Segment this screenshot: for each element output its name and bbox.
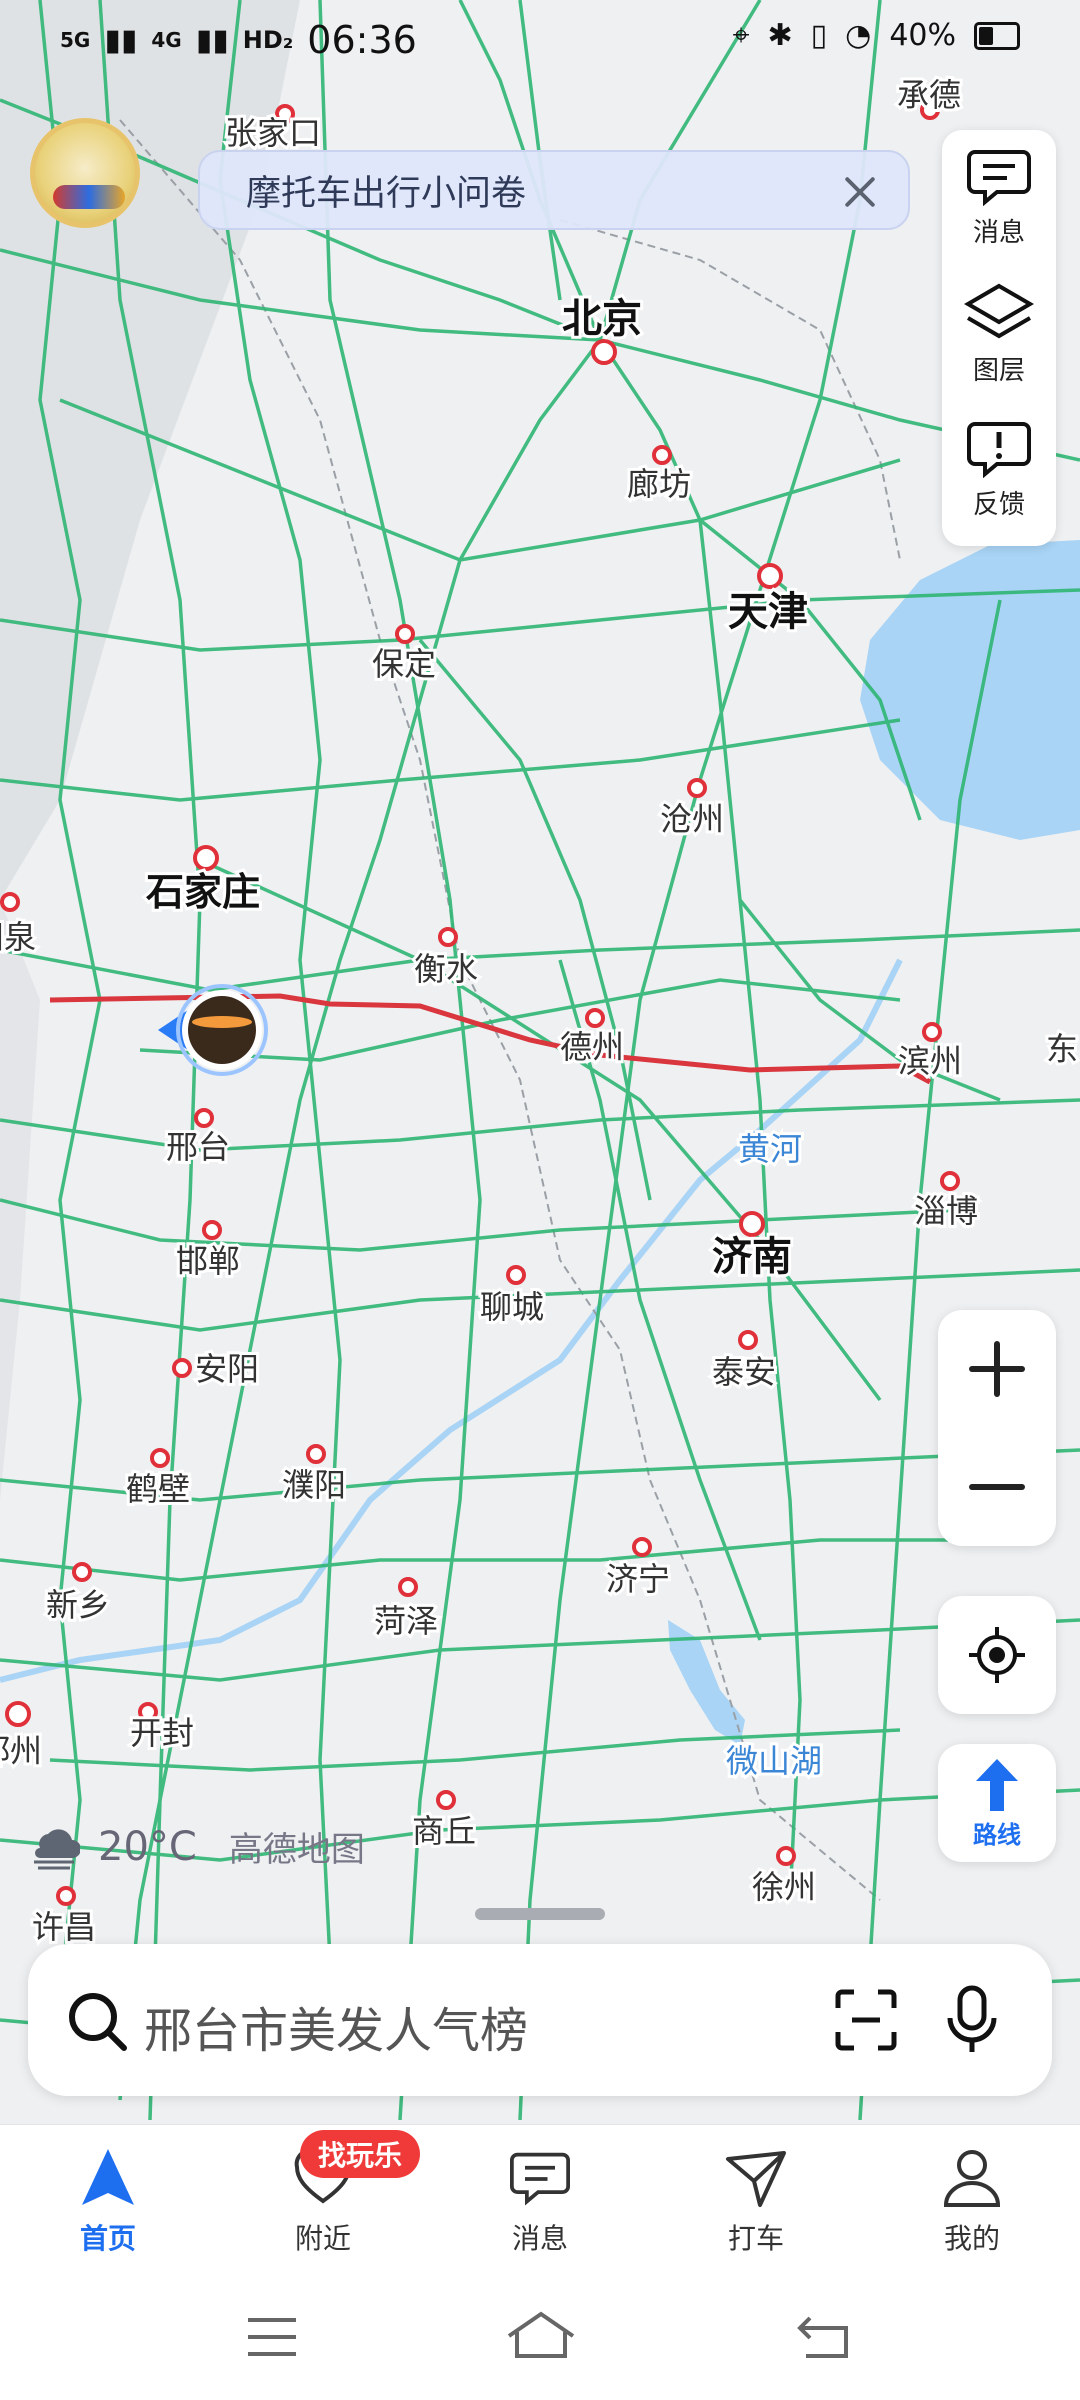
map-label-binzhou[interactable]: 滨州 bbox=[895, 1039, 965, 1083]
system-nav-bar bbox=[0, 2284, 1080, 2400]
map-label-cangzhou[interactable]: 沧州 bbox=[657, 797, 727, 841]
map-label-beijing[interactable]: 北京 bbox=[559, 293, 645, 345]
side-messages-label: 消息 bbox=[972, 217, 1025, 248]
route-arrow-icon bbox=[976, 1758, 1018, 1811]
map-label-heze[interactable]: 菏泽 bbox=[371, 1599, 441, 1643]
tab-home-label: 首页 bbox=[79, 2222, 136, 2255]
zoom-out-button[interactable] bbox=[938, 1428, 1056, 1546]
tab-taxi[interactable]: 打车 bbox=[681, 2147, 831, 2257]
nearby-promo-badge[interactable]: 找玩乐 bbox=[300, 2130, 421, 2178]
map-label-dezhou[interactable]: 德州 bbox=[557, 1025, 627, 1069]
tab-nearby-label: 附近 bbox=[294, 2222, 351, 2255]
hd-icon: HD₂ bbox=[242, 26, 294, 54]
map-label-tianjin[interactable]: 天津 bbox=[725, 586, 811, 638]
avatar-decoration bbox=[53, 185, 125, 209]
map-label-jinan[interactable]: 济南 bbox=[709, 1231, 795, 1283]
person-icon bbox=[943, 2150, 1001, 2207]
map-label-xingtai[interactable]: 邢台 bbox=[163, 1125, 233, 1169]
map-canvas[interactable]: 张家口 承德 北京 廊坊 天津 保定 沧州 石家庄 阳泉 衡水 德州 滨州 东 … bbox=[0, 0, 1080, 2120]
map-label-huanghe[interactable]: 黄河 bbox=[735, 1127, 805, 1171]
tab-me-label: 我的 bbox=[943, 2222, 1000, 2255]
battery-percent: 40% bbox=[889, 18, 956, 53]
route-label: 路线 bbox=[973, 1820, 1021, 1849]
tab-taxi-label: 打车 bbox=[727, 2222, 784, 2255]
side-layers-label: 图层 bbox=[972, 355, 1025, 386]
signal-5g-icon: 5G bbox=[60, 28, 91, 52]
side-messages-button[interactable]: 消息 bbox=[942, 130, 1056, 266]
map-label-xuzhou[interactable]: 徐州 bbox=[749, 1865, 819, 1909]
status-bar: 5G ▮▮ 4G ▮▮ HD₂ 06:36 ⌖ ✱ ▯ ◔ 40% bbox=[0, 0, 1080, 80]
map-label-zhangjiakou[interactable]: 张家口 bbox=[222, 111, 324, 155]
clock: 06:36 bbox=[307, 18, 417, 62]
taxi-icon bbox=[726, 2151, 786, 2207]
zoom-controls bbox=[938, 1310, 1056, 1546]
map-label-taian[interactable]: 泰安 bbox=[709, 1350, 779, 1394]
signal-4g-icon: 4G bbox=[151, 28, 182, 52]
message-icon bbox=[967, 149, 1031, 206]
tab-messages[interactable]: 消息 bbox=[465, 2147, 615, 2257]
tab-messages-label: 消息 bbox=[511, 2222, 568, 2255]
side-layers-button[interactable]: 图层 bbox=[942, 266, 1056, 402]
route-button[interactable]: 路线 bbox=[938, 1744, 1056, 1862]
map-label-hengshui[interactable]: 衡水 bbox=[411, 947, 481, 991]
weather-widget[interactable]: 20°C 高德地图 bbox=[28, 1822, 365, 1871]
user-avatar-button[interactable] bbox=[30, 118, 140, 228]
map-label-liaocheng[interactable]: 聊城 bbox=[477, 1285, 547, 1329]
tab-me[interactable]: 我的 bbox=[897, 2147, 1047, 2257]
map-label-zhengzhou[interactable]: 郑州 bbox=[0, 1729, 45, 1773]
map-label-yangquan[interactable]: 阳泉 bbox=[0, 915, 39, 959]
bottom-tab-bar: 首页 附近 消息 打车 我的 bbox=[0, 2124, 1080, 2285]
temperature: 20°C bbox=[98, 1823, 197, 1870]
survey-banner[interactable]: 摩托车出行小问卷 bbox=[198, 150, 910, 230]
zoom-in-button[interactable] bbox=[938, 1310, 1056, 1428]
tab-home[interactable]: 首页 bbox=[33, 2147, 183, 2257]
map-label-weishanhu[interactable]: 微山湖 bbox=[723, 1739, 825, 1783]
signal-bars-icon: ▮▮ bbox=[104, 22, 138, 58]
battery-icon bbox=[974, 21, 1020, 50]
signal-bars-icon-2: ▮▮ bbox=[195, 22, 229, 58]
home-icon[interactable] bbox=[505, 2310, 577, 2360]
map-label-chengde[interactable]: 承德 bbox=[894, 73, 964, 117]
close-icon[interactable] bbox=[838, 170, 882, 214]
vibrate-icon: ▯ bbox=[810, 18, 828, 53]
map-label-jining[interactable]: 济宁 bbox=[603, 1557, 673, 1601]
feedback-icon bbox=[967, 421, 1031, 478]
map-label-hebi[interactable]: 鹤壁 bbox=[123, 1467, 193, 1511]
layers-icon bbox=[964, 283, 1034, 338]
search-icon bbox=[69, 1993, 127, 2051]
map-label-xuchang[interactable]: 许昌 bbox=[29, 1905, 99, 1949]
microphone-icon[interactable] bbox=[944, 1984, 1000, 2056]
map-label-langfang[interactable]: 廊坊 bbox=[624, 462, 694, 506]
back-icon[interactable] bbox=[796, 2312, 852, 2360]
drag-handle[interactable] bbox=[475, 1908, 605, 1920]
cloud-icon bbox=[34, 1828, 80, 1869]
home-navigate-icon bbox=[82, 2149, 134, 2205]
locate-button[interactable] bbox=[938, 1596, 1056, 1714]
location-icon: ⌖ bbox=[732, 18, 750, 53]
scan-icon[interactable] bbox=[834, 1988, 898, 2052]
map-label-shangqiu[interactable]: 商丘 bbox=[409, 1809, 479, 1853]
menu-icon[interactable] bbox=[244, 2314, 300, 2360]
map-label-kaifeng[interactable]: 开封 bbox=[127, 1711, 197, 1755]
map-label-dong[interactable]: 东 bbox=[1043, 1027, 1080, 1071]
map-label-baoding[interactable]: 保定 bbox=[369, 642, 439, 686]
search-placeholder[interactable]: 邢台市美发人气榜 bbox=[144, 1991, 528, 2061]
search-bar[interactable]: 邢台市美发人气榜 bbox=[28, 1944, 1052, 2096]
bluetooth-icon: ✱ bbox=[767, 18, 793, 53]
side-feedback-button[interactable]: 反馈 bbox=[942, 402, 1056, 538]
wifi-icon: ◔ bbox=[845, 18, 872, 53]
survey-banner-text: 摩托车出行小问卷 bbox=[246, 173, 527, 214]
amap-logo: 高德地图 bbox=[228, 1830, 365, 1870]
map-label-shijiazhuang[interactable]: 石家庄 bbox=[143, 867, 263, 917]
map-label-zibo[interactable]: 淄博 bbox=[911, 1189, 981, 1233]
map-label-handan[interactable]: 邯郸 bbox=[173, 1239, 243, 1283]
map-label-xinxiang[interactable]: 新乡 bbox=[43, 1583, 113, 1627]
map-label-puyang[interactable]: 濮阳 bbox=[279, 1463, 349, 1507]
side-feedback-label: 反馈 bbox=[972, 489, 1025, 520]
chat-icon bbox=[510, 2152, 570, 2206]
crosshair-icon bbox=[969, 1627, 1025, 1683]
map-label-anyang[interactable]: 安阳 bbox=[192, 1347, 262, 1391]
side-tools-panel: 消息 图层 反馈 bbox=[942, 130, 1056, 546]
